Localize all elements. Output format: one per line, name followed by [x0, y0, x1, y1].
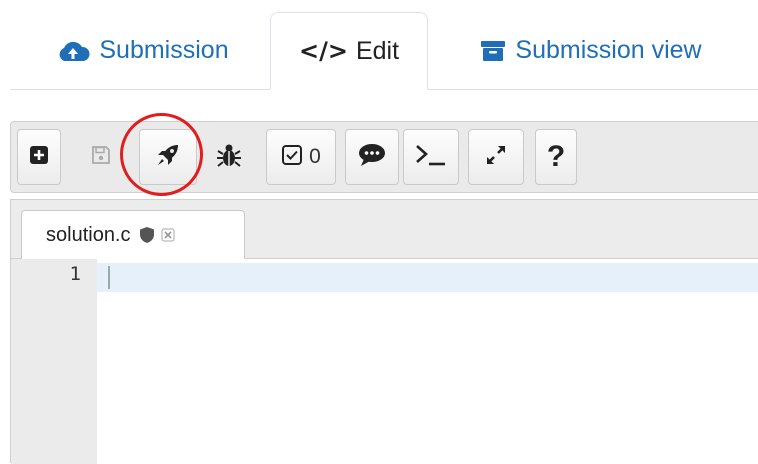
- editor-toolbar: 0 ?: [10, 121, 758, 193]
- close-icon[interactable]: [161, 228, 175, 242]
- code-editor: solution.c 1: [10, 199, 758, 464]
- tab-label: Submission view: [515, 36, 702, 64]
- code-input-area[interactable]: [97, 259, 758, 464]
- shield-icon: [139, 226, 155, 244]
- checkbox-icon: [281, 144, 303, 171]
- bug-icon: [216, 142, 242, 173]
- comments-button[interactable]: [345, 129, 399, 185]
- terminal-icon: [414, 142, 448, 173]
- plus-square-icon: [29, 145, 49, 170]
- line-number-gutter: 1: [11, 259, 97, 464]
- tab-label: Submission: [99, 36, 229, 64]
- active-line: [97, 263, 758, 292]
- run-button[interactable]: [139, 129, 197, 185]
- tab-submission-view[interactable]: Submission view: [456, 12, 726, 89]
- new-file-button[interactable]: [17, 129, 61, 185]
- console-button[interactable]: [403, 129, 459, 185]
- text-caret: [108, 266, 110, 289]
- fullscreen-button[interactable]: [468, 129, 524, 185]
- code-icon: </>: [298, 37, 348, 65]
- floppy-disk-icon: [91, 145, 111, 170]
- debug-button[interactable]: [207, 129, 251, 185]
- question-icon: ?: [546, 140, 566, 173]
- view-tabs: Submission </> Edit Submission view: [10, 0, 758, 90]
- file-tab-bar: solution.c: [11, 200, 758, 259]
- line-number: 1: [69, 263, 81, 285]
- speech-bubble-icon: [358, 143, 386, 172]
- tab-submission[interactable]: Submission: [40, 12, 245, 89]
- file-tab-solution[interactable]: solution.c: [21, 210, 245, 259]
- tests-button[interactable]: 0: [266, 129, 336, 185]
- archive-icon: [480, 39, 506, 63]
- expand-icon: [484, 143, 508, 172]
- tests-count: 0: [309, 145, 321, 168]
- save-button[interactable]: [79, 129, 123, 185]
- file-tab-label: solution.c: [46, 223, 131, 246]
- help-button[interactable]: ?: [535, 129, 577, 185]
- rocket-icon: [154, 141, 182, 174]
- cloud-upload-icon: [56, 39, 90, 63]
- tab-label: Edit: [355, 36, 400, 65]
- tab-edit[interactable]: </> Edit: [270, 12, 428, 90]
